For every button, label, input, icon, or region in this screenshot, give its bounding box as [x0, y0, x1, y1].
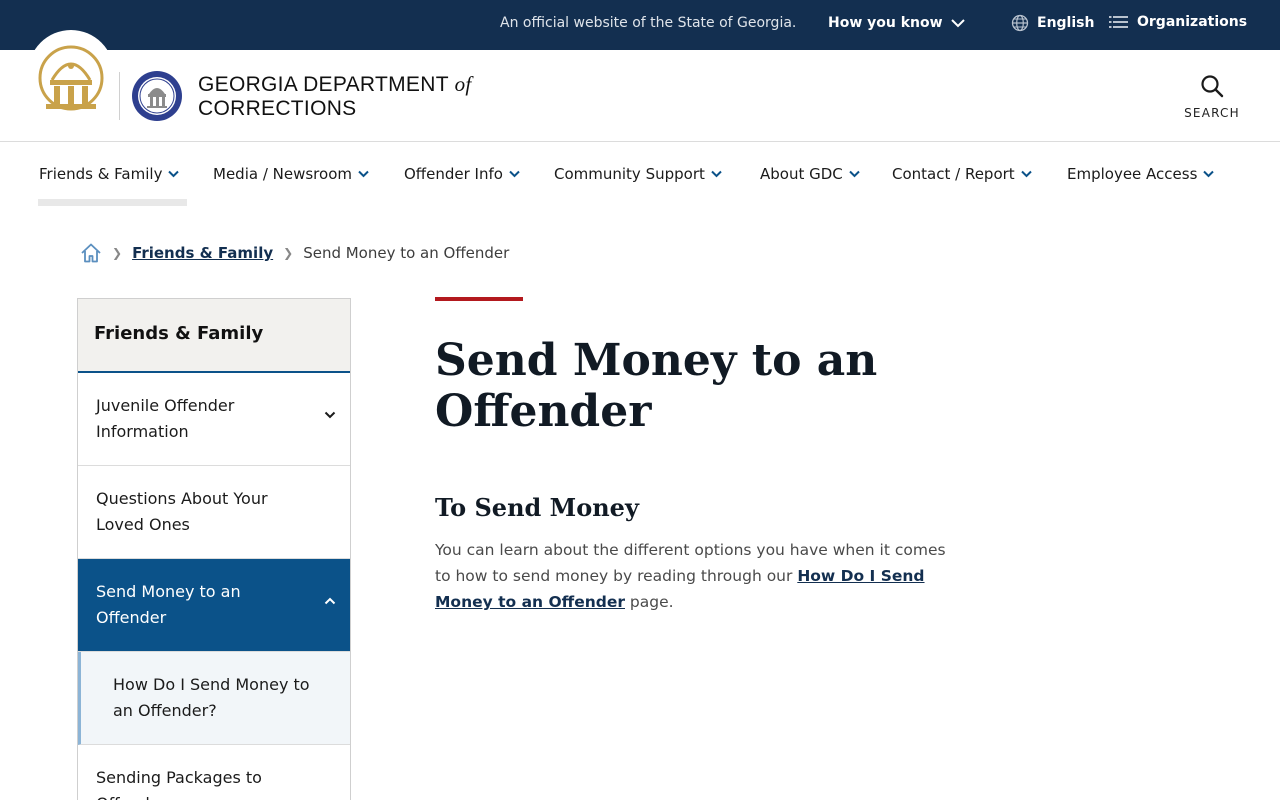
language-label: English [1037, 15, 1095, 31]
nav-contact-report[interactable]: Contact / Report [892, 165, 1032, 183]
chevron-right-icon: ❯ [283, 246, 294, 260]
nav-label: Employee Access [1067, 165, 1198, 183]
main-nav: Friends & Family Media / Newsroom Offend… [0, 143, 1280, 207]
georgia-arch-seal-icon [38, 45, 104, 111]
globe-icon [1011, 14, 1029, 32]
sidebar-item-label: Questions About Your Loved Ones [96, 489, 268, 534]
chevron-down-icon [358, 170, 369, 178]
gdc-seal-icon [132, 71, 182, 121]
breadcrumb: ❯ Friends & Family ❯ Send Money to an Of… [80, 242, 509, 264]
nav-friends-family[interactable]: Friends & Family [39, 165, 180, 183]
chevron-up-icon[interactable] [324, 597, 336, 605]
site-title[interactable]: GEORGIA DEPARTMENT of CORRECTIONS [198, 72, 472, 121]
nav-label: Friends & Family [39, 165, 163, 183]
nav-label: Community Support [554, 165, 705, 183]
nav-community-support[interactable]: Community Support [554, 165, 722, 183]
chevron-down-icon [168, 170, 180, 178]
paragraph-text-end: page. [625, 593, 674, 611]
sidebar-item-sending-packages[interactable]: Sending Packages to Offenders [78, 745, 350, 800]
site-title-line2: CORRECTIONS [198, 97, 357, 120]
search-label: SEARCH [1184, 106, 1240, 120]
sidebar-item-label: Juvenile Offender Information [96, 396, 235, 441]
sidebar-nav: Friends & Family Juvenile Offender Infor… [77, 298, 351, 800]
nav-label: About GDC [760, 165, 843, 183]
sidebar-subitem-label: How Do I Send Money to an Offender? [113, 675, 310, 720]
chevron-right-icon: ❯ [112, 246, 123, 260]
site-title-of: of [454, 72, 472, 96]
nav-label: Offender Info [404, 165, 503, 183]
nav-label: Contact / Report [892, 165, 1015, 183]
how-you-know-label: How you know [828, 15, 943, 31]
nav-offender-info[interactable]: Offender Info [404, 165, 520, 183]
chevron-down-icon [1203, 170, 1215, 178]
home-icon[interactable] [80, 242, 102, 264]
breadcrumb-current: Send Money to an Offender [303, 244, 510, 262]
page-title: Send Money to an Offender [435, 335, 878, 437]
sidebar-item-label: Send Money to an Offender [96, 582, 241, 627]
nav-media-newsroom[interactable]: Media / Newsroom [213, 165, 369, 183]
logo-divider [119, 72, 120, 120]
chevron-down-icon [1020, 170, 1032, 178]
chevron-down-icon [849, 170, 860, 178]
search-icon [1201, 75, 1224, 98]
breadcrumb-friends-family-link[interactable]: Friends & Family [132, 244, 273, 262]
sidebar-item-label: Sending Packages to Offenders [96, 768, 262, 800]
title-accent-bar [435, 297, 523, 301]
search-button[interactable]: SEARCH [1180, 74, 1244, 120]
list-icon [1109, 16, 1128, 28]
chevron-down-icon [711, 170, 722, 178]
sidebar-item-send-money[interactable]: Send Money to an Offender [78, 559, 350, 652]
chevron-down-icon [509, 170, 520, 178]
nav-active-indicator [38, 199, 187, 206]
site-header: GEORGIA DEPARTMENT of CORRECTIONS SEARCH [0, 30, 1280, 142]
georgia-seal-logo[interactable] [28, 30, 114, 116]
sidebar-item-juvenile-offender-information[interactable]: Juvenile Offender Information [78, 373, 350, 466]
official-site-text: An official website of the State of Geor… [500, 15, 797, 31]
nav-about-gdc[interactable]: About GDC [760, 165, 860, 183]
organizations-button[interactable]: Organizations [1109, 14, 1247, 30]
chevron-down-icon [950, 19, 965, 28]
site-title-line1: GEORGIA DEPARTMENT [198, 73, 449, 96]
sidebar-heading[interactable]: Friends & Family [78, 299, 350, 373]
sidebar-item-questions-about-loved-ones[interactable]: Questions About Your Loved Ones [78, 466, 350, 559]
send-money-paragraph: You can learn about the different option… [435, 537, 960, 615]
nav-employee-access[interactable]: Employee Access [1067, 165, 1215, 183]
nav-label: Media / Newsroom [213, 165, 352, 183]
section-title: To Send Money [435, 493, 639, 522]
official-banner: An official website of the State of Geor… [0, 0, 1280, 50]
chevron-down-icon[interactable] [324, 411, 336, 419]
organizations-label: Organizations [1137, 14, 1248, 30]
language-selector[interactable]: English [1011, 14, 1094, 32]
how-you-know-button[interactable]: How you know [828, 15, 965, 31]
sidebar-subitem-how-do-i-send-money[interactable]: How Do I Send Money to an Offender? [78, 652, 350, 745]
